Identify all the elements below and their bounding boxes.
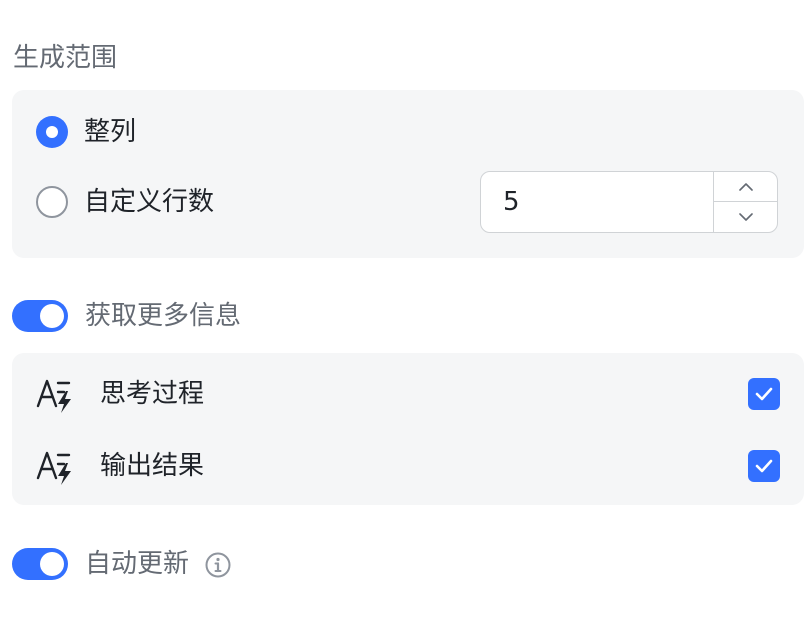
decrement-button[interactable] bbox=[714, 202, 777, 232]
check-icon bbox=[755, 459, 773, 473]
more-info-toggle[interactable] bbox=[12, 300, 68, 332]
radio-whole-column[interactable] bbox=[36, 116, 68, 148]
increment-button[interactable] bbox=[714, 172, 777, 202]
item-label-thinking: 思考过程 bbox=[100, 379, 205, 409]
row-count-input[interactable]: 5 bbox=[503, 185, 520, 219]
stepper-buttons bbox=[713, 172, 777, 232]
radio-label-whole-column[interactable]: 整列 bbox=[84, 114, 136, 150]
checkbox-output[interactable] bbox=[748, 450, 780, 482]
auto-update-label: 自动更新 bbox=[85, 549, 190, 579]
more-info-label: 获取更多信息 bbox=[85, 301, 242, 331]
chevron-up-icon bbox=[738, 183, 753, 191]
auto-update-toggle[interactable] bbox=[12, 548, 68, 580]
checkbox-thinking[interactable] bbox=[748, 378, 780, 410]
more-info-panel: 思考过程 输出结果 bbox=[12, 353, 804, 505]
section-title-range: 生成范围 bbox=[13, 43, 118, 73]
info-icon[interactable] bbox=[205, 552, 231, 578]
radio-custom-rows[interactable] bbox=[36, 186, 68, 218]
row-count-stepper[interactable]: 5 bbox=[480, 171, 778, 233]
ai-text-icon bbox=[36, 379, 71, 413]
check-icon bbox=[755, 387, 773, 401]
radio-label-custom-rows[interactable]: 自定义行数 bbox=[84, 184, 214, 220]
item-label-output: 输出结果 bbox=[100, 451, 205, 481]
ai-text-icon bbox=[36, 451, 71, 485]
chevron-down-icon bbox=[738, 212, 753, 221]
range-panel: 整列 自定义行数 5 bbox=[12, 90, 804, 258]
